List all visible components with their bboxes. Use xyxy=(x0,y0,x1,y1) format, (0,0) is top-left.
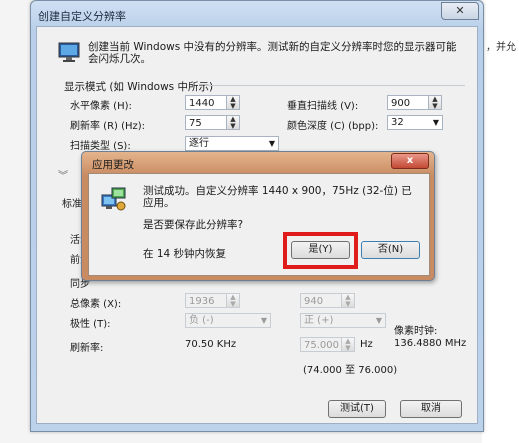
refresh-rate-label: 刷新率: xyxy=(70,343,104,354)
refresh-input[interactable]: 75 xyxy=(185,115,227,130)
dialog-message: 测试成功。自定义分辨率 1440 x 900，75Hz (32-位) 已应用。 xyxy=(143,185,412,209)
total-lines-spinner[interactable]: ▲ ▼ xyxy=(341,293,355,308)
refresh-hz-input[interactable]: 75.000 xyxy=(300,337,342,352)
revert-countdown: 在 14 秒钟内恢复 xyxy=(143,248,227,260)
polarity-v-dropdown[interactable]: 正 (+) ▼ xyxy=(300,313,386,328)
dialog-close-button[interactable]: x xyxy=(391,153,429,169)
background-page xyxy=(482,0,519,443)
yes-button-highlight xyxy=(283,232,358,269)
standard-label: 标准 xyxy=(62,199,82,210)
pixel-clock-value: 136.4880 MHz xyxy=(394,338,467,349)
display-settings-icon xyxy=(101,187,126,211)
chevron-down-icon: ▼ xyxy=(432,118,439,127)
monitor-icon xyxy=(58,42,80,62)
v-scan-label: 垂直扫描线 (V): xyxy=(287,101,359,112)
dialog-question: 是否要保存此分辨率? xyxy=(143,219,244,231)
background-text: ，并允 xyxy=(486,42,516,53)
total-lines-input[interactable]: 940 xyxy=(300,293,342,308)
group-divider xyxy=(205,85,465,86)
polarity-h-value: 负 (-) xyxy=(189,315,214,326)
scan-type-dropdown[interactable]: 逐行 ▼ xyxy=(185,136,279,151)
dialog-title: 应用更改 xyxy=(92,159,134,171)
v-scan-spinner[interactable]: ▲ ▼ xyxy=(428,95,442,110)
total-pixels-input[interactable]: 1936 xyxy=(185,293,227,308)
test-button[interactable]: 测试(T) xyxy=(328,400,386,418)
chevron-down-icon: ▼ xyxy=(375,316,382,325)
scan-type-label: 扫描类型 (S): xyxy=(70,141,131,152)
scan-type-value: 逐行 xyxy=(189,138,209,149)
color-depth-label: 颜色深度 (C) (bpp): xyxy=(287,121,379,132)
refresh-label: 刷新率 (R) (Hz): xyxy=(70,121,146,132)
color-depth-dropdown[interactable]: 32 ▼ xyxy=(387,115,443,130)
v-scan-input[interactable]: 900 xyxy=(387,95,429,110)
pixel-clock-label: 像素时钟: xyxy=(394,326,438,337)
collapse-chevron-icon[interactable]: ︾ xyxy=(58,167,68,182)
total-pixels-label: 总像素 (X): xyxy=(70,299,122,310)
no-button[interactable]: 否(N) xyxy=(361,241,420,259)
h-pixels-spinner[interactable]: ▲ ▼ xyxy=(226,95,240,110)
window-close-button[interactable]: ✕ xyxy=(441,2,479,20)
polarity-h-dropdown[interactable]: 负 (-) ▼ xyxy=(185,313,271,328)
color-depth-value: 32 xyxy=(391,117,404,128)
chevron-down-icon: ▼ xyxy=(260,316,267,325)
h-pixels-input[interactable]: 1440 xyxy=(185,95,227,110)
cancel-button[interactable]: 取消 xyxy=(400,400,462,418)
refresh-hz-spinner[interactable]: ▲ ▼ xyxy=(341,337,355,352)
refresh-rate-khz: 70.50 KHz xyxy=(185,339,237,350)
total-pixels-spinner[interactable]: ▲ ▼ xyxy=(226,293,240,308)
chevron-down-icon: ▼ xyxy=(268,139,275,148)
display-mode-group-label: 显示模式 (如 Windows 中所示) xyxy=(64,81,214,93)
refresh-range: (74.000 至 76.000) xyxy=(303,365,398,376)
refresh-spinner[interactable]: ▲ ▼ xyxy=(226,115,240,130)
polarity-label: 极性 (T): xyxy=(70,319,111,330)
hz-unit-label: Hz xyxy=(360,339,373,350)
polarity-v-value: 正 (+) xyxy=(304,315,334,326)
window-title: 创建自定义分辨率 xyxy=(38,10,126,23)
window-description: 创建当前 Windows 中没有的分辨率。测试新的自定义分辨率时您的显示器可能会… xyxy=(88,41,457,65)
h-pixels-label: 水平像素 (H): xyxy=(70,101,132,112)
